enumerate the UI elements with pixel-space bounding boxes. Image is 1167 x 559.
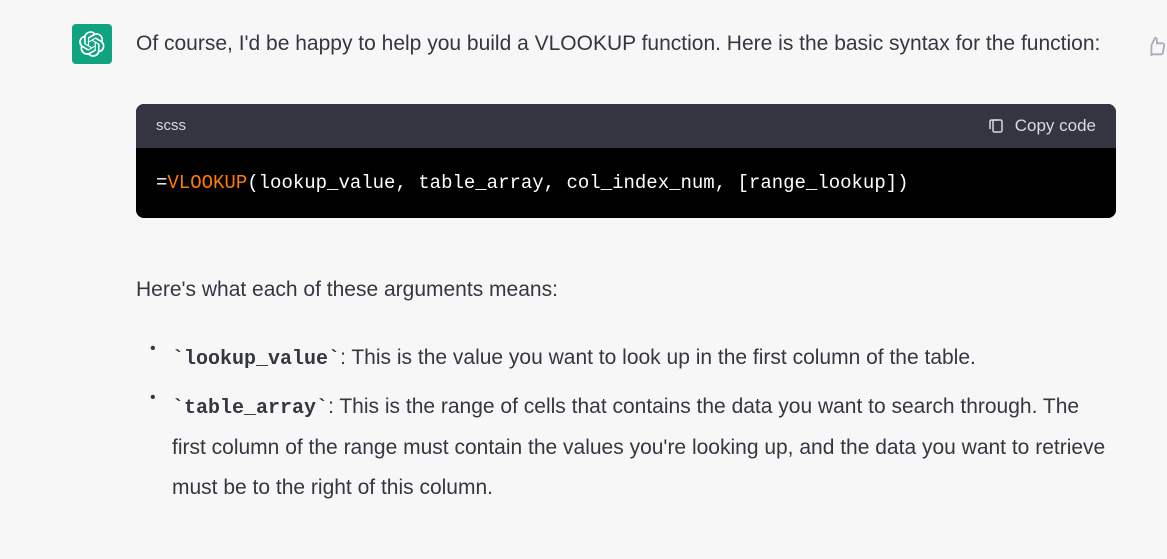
thumbs-up-button[interactable] xyxy=(1145,36,1167,63)
code-block: scss Copy code =VLOOKUP(lookup_value, ta… xyxy=(136,104,1116,218)
assistant-avatar xyxy=(72,24,112,64)
code-eq: = xyxy=(156,172,167,194)
explain-text: Here's what each of these arguments mean… xyxy=(136,270,1116,310)
clipboard-icon xyxy=(987,117,1005,135)
copy-code-label: Copy code xyxy=(1015,116,1096,136)
list-item: `lookup_value`: This is the value you wa… xyxy=(172,338,1116,379)
argument-list: `lookup_value`: This is the value you wa… xyxy=(136,338,1116,508)
inline-code-term: `table_array` xyxy=(172,397,328,420)
message-content: Of course, I'd be happy to help you buil… xyxy=(136,24,1116,516)
openai-logo-icon xyxy=(79,31,105,57)
list-item-desc: : This is the value you want to look up … xyxy=(340,346,976,369)
code-body: =VLOOKUP(lookup_value, table_array, col_… xyxy=(136,148,1116,218)
copy-code-button[interactable]: Copy code xyxy=(987,116,1096,136)
intro-text: Of course, I'd be happy to help you buil… xyxy=(136,24,1116,64)
code-header: scss Copy code xyxy=(136,104,1116,148)
message-container: Of course, I'd be happy to help you buil… xyxy=(0,0,1167,516)
code-args: (lookup_value, table_array, col_index_nu… xyxy=(247,172,908,194)
code-language-label: scss xyxy=(156,117,186,134)
list-item: `table_array`: This is the range of cell… xyxy=(172,387,1116,508)
thumbs-up-icon xyxy=(1145,36,1167,58)
code-function: VLOOKUP xyxy=(167,172,247,194)
inline-code-term: `lookup_value` xyxy=(172,348,340,371)
